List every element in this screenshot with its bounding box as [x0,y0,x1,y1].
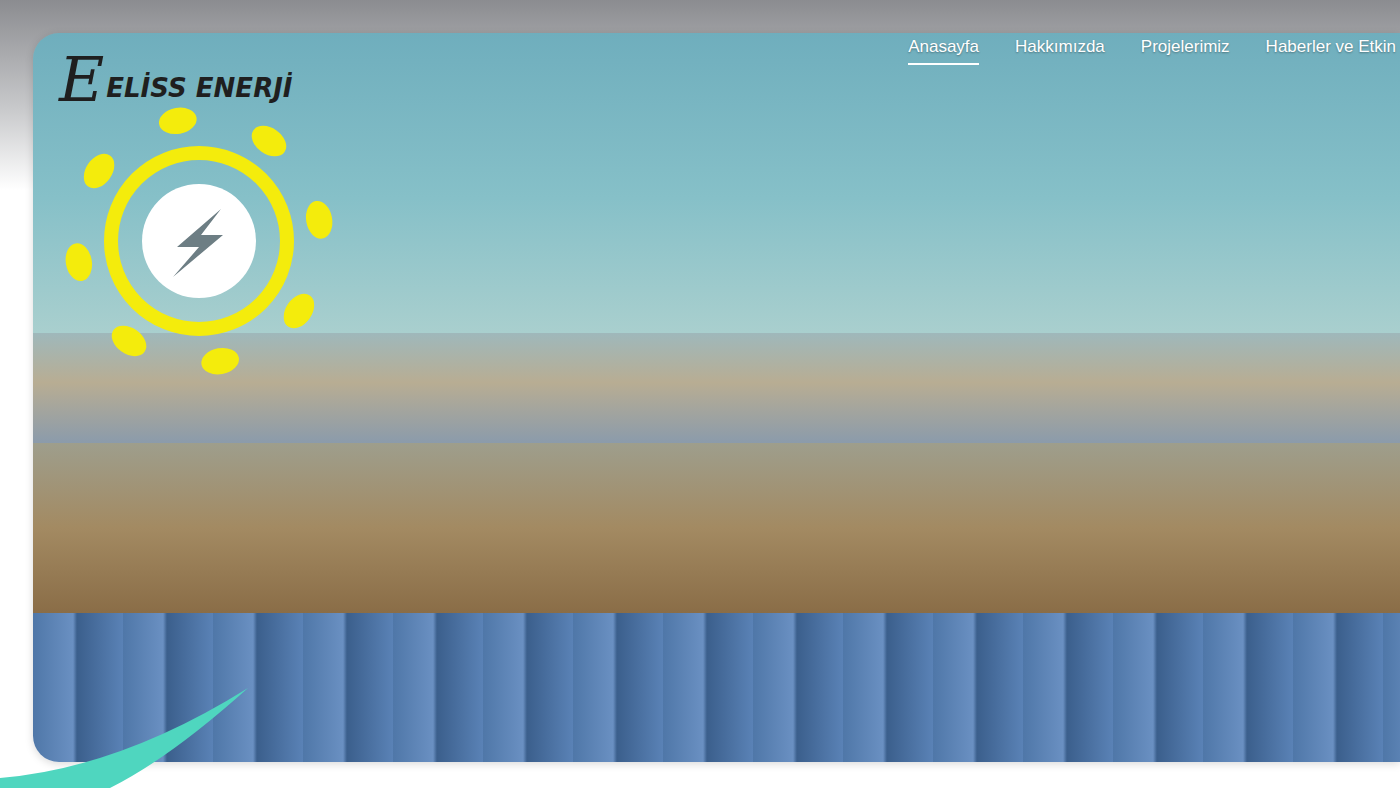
nav-item[interactable]: Anasayfa [908,37,979,65]
nav-item[interactable]: Haberler ve Etkin [1266,37,1396,65]
logo-name: ELİSS ENERJİ [106,73,292,111]
logo-initial: E [59,49,104,111]
sun-bolt-icon [49,101,349,381]
nav-item[interactable]: Projelerimiz [1141,37,1230,65]
logo[interactable]: E ELİSS ENERJİ [33,33,349,381]
page: E ELİSS ENERJİ Anasayfa Hakkımızda Projele… [0,0,1400,788]
hero-photo [33,33,1400,762]
logo-text: E ELİSS ENERJİ [59,41,349,111]
header: E ELİSS ENERJİ Anasayfa Hakkımızda Projele… [33,33,1400,381]
nav-item[interactable]: Hakkımızda [1015,37,1105,65]
swoosh-icon [0,688,250,788]
hero-banner: E ELİSS ENERJİ Anasayfa Hakkımızda Projele… [33,33,1400,762]
main-nav: Anasayfa Hakkımızda Projelerimiz Haberler v… [908,33,1400,65]
